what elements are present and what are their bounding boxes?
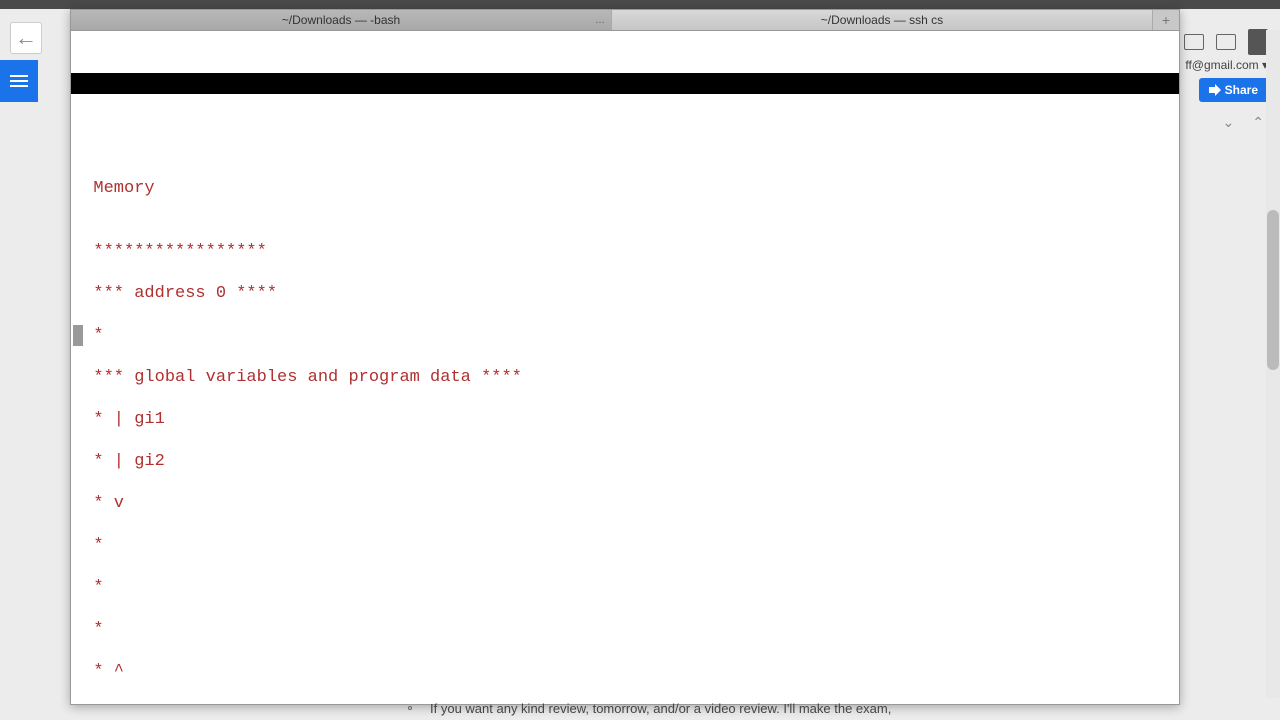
browser-background: ← ff@gmail.com ▾ Share ⌄ ⌃ ~/Downloads —…	[0, 0, 1280, 720]
menu-buffers[interactable]: Buffers	[335, 95, 406, 114]
share-label: Share	[1225, 83, 1258, 97]
terminal-tab-ssh[interactable]: ~/Downloads — ssh cs	[612, 10, 1153, 30]
menu-options[interactable]: Options	[254, 95, 325, 114]
code-line: *****************	[73, 241, 1179, 262]
share-button[interactable]: Share	[1199, 78, 1268, 102]
source-pane[interactable]: Memory ***************** *** address 0 *…	[71, 157, 1179, 704]
code-line: *** address 0 ****	[73, 283, 1179, 304]
menu-help[interactable]: Help	[494, 95, 535, 114]
chevron-up-icon[interactable]: ⌃	[1252, 114, 1264, 131]
user-email[interactable]: ff@gmail.com ▾	[1185, 58, 1268, 72]
code-line: *** global variables and program data **…	[73, 367, 1179, 388]
browser-back-button[interactable]: ←	[10, 22, 42, 54]
menu-file[interactable]: File	[155, 95, 196, 114]
grid-icon[interactable]	[1216, 34, 1236, 50]
terminal-tab-bar: ~/Downloads — -bash … ~/Downloads — ssh …	[71, 10, 1179, 31]
menu-c[interactable]: C	[475, 95, 485, 114]
tab-label: ~/Downloads — -bash	[282, 13, 400, 27]
chevron-down-icon[interactable]: ⌄	[1223, 114, 1235, 131]
terminal-window: ~/Downloads — -bash … ~/Downloads — ssh …	[70, 9, 1180, 705]
menu-icon[interactable]	[1248, 34, 1268, 50]
page-scrollbar[interactable]	[1266, 30, 1280, 698]
arrow-left-icon: ←	[15, 25, 37, 51]
hamburger-icon	[10, 80, 28, 82]
emacs-cursor	[73, 325, 83, 346]
window-titlebar	[0, 0, 1280, 9]
tab-overflow-icon[interactable]: …	[595, 10, 605, 31]
emacs-menubar: FileEditOptionsBuffersToolsCHelp	[71, 73, 1179, 94]
code-line: *	[73, 325, 1179, 346]
menu-tools[interactable]: Tools	[415, 95, 466, 114]
scroll-thumb[interactable]	[1267, 210, 1279, 370]
code-line: * | gi2	[73, 451, 1179, 472]
menu-edit[interactable]: Edit	[204, 95, 245, 114]
code-line: *	[73, 535, 1179, 556]
doc-text-fragment: If you want any kind review, tomorrow, a…	[430, 701, 891, 716]
list-bullet-icon	[408, 706, 412, 710]
docs-sidebar-toggle[interactable]	[0, 60, 38, 102]
code-line: * | gi1	[73, 409, 1179, 430]
code-line: * ^	[73, 661, 1179, 682]
tab-label: ~/Downloads — ssh cs	[821, 13, 943, 27]
outline-toggles: ⌄ ⌃	[1223, 114, 1264, 131]
add-tab-button[interactable]: +	[1153, 10, 1179, 30]
code-line: *	[73, 577, 1179, 598]
code-line: Memory	[73, 178, 1179, 199]
emacs-editor[interactable]: FileEditOptionsBuffersToolsCHelp Memory …	[71, 31, 1179, 704]
code-line: *	[73, 619, 1179, 640]
panel-icon[interactable]	[1184, 34, 1204, 50]
code-line: * v	[73, 493, 1179, 514]
terminal-tab-bash[interactable]: ~/Downloads — -bash …	[71, 10, 612, 30]
